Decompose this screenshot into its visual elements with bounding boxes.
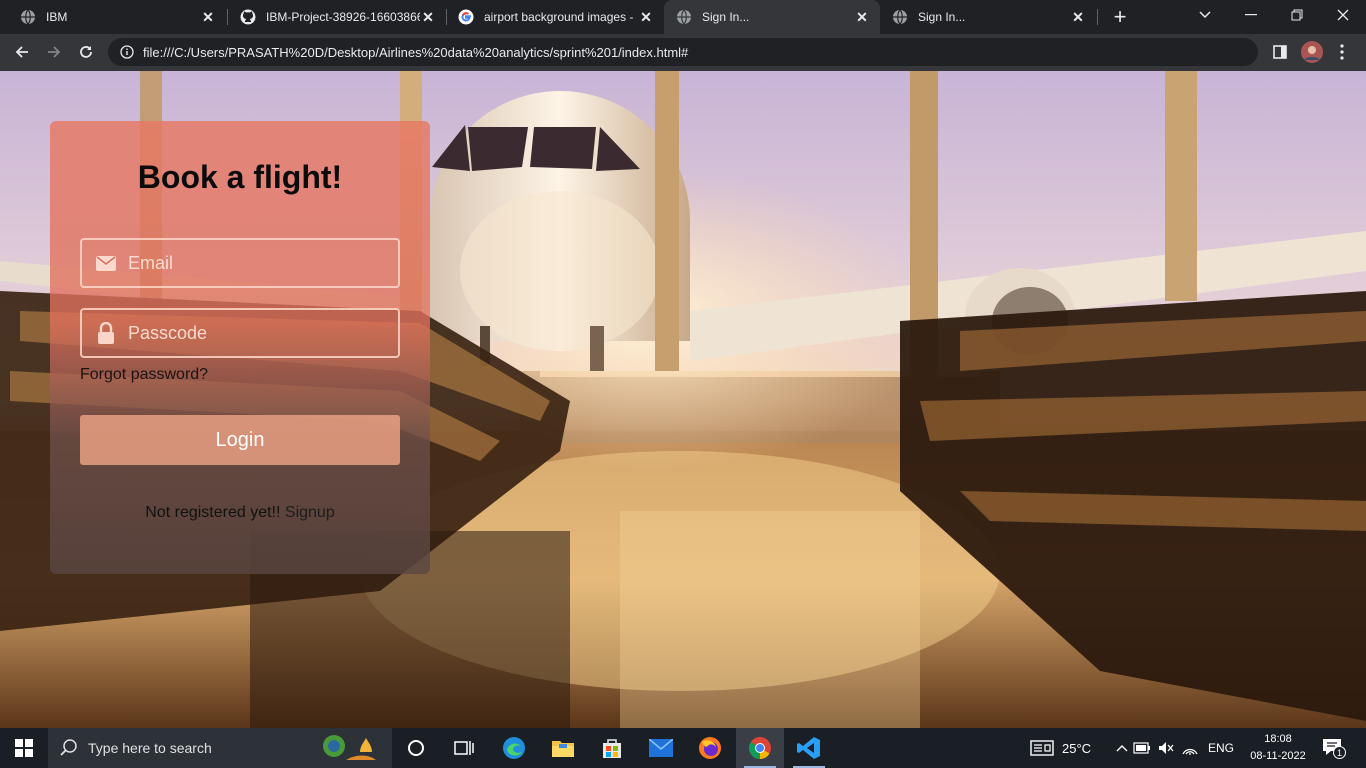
email-input[interactable] — [128, 252, 388, 274]
language-indicator[interactable]: ENG — [1208, 741, 1234, 755]
tab-title: IBM — [46, 10, 68, 24]
profile-avatar[interactable] — [1300, 40, 1324, 64]
not-registered-text: Not registered yet!! — [145, 504, 281, 521]
signup-link[interactable]: Signup — [285, 504, 335, 521]
cortana-button[interactable] — [392, 728, 440, 768]
close-icon[interactable]: ✕ — [854, 9, 870, 25]
page-title: Book a flight! — [137, 159, 343, 195]
back-button[interactable] — [8, 38, 36, 66]
globe-icon — [676, 9, 692, 25]
side-panel-icon — [1273, 45, 1287, 59]
reload-button[interactable] — [72, 38, 100, 66]
close-icon[interactable]: ✕ — [200, 9, 216, 25]
tab-sign-in-active[interactable]: Sign In... ✕ — [664, 0, 880, 34]
tab-google-images[interactable]: airport background images - ✕ — [446, 0, 664, 34]
kebab-menu-icon — [1340, 44, 1344, 60]
clock-date: 08-11-2022 — [1250, 750, 1306, 762]
edge-icon — [503, 737, 525, 759]
notification-icon: 1 — [1322, 738, 1346, 759]
taskbar-search[interactable]: Type here to search — [48, 728, 392, 768]
notification-center-button[interactable]: 1 — [1322, 728, 1346, 768]
chevron-up-icon[interactable] — [1114, 744, 1130, 752]
start-button[interactable] — [0, 728, 48, 768]
google-icon — [458, 9, 474, 25]
vscode-button[interactable] — [785, 728, 833, 768]
address-bar[interactable]: file:///C:/Users/PRASATH%20D/Desktop/Air… — [108, 38, 1258, 66]
firefox-icon — [699, 737, 721, 759]
github-icon — [240, 9, 256, 25]
tab-title: IBM-Project-38926-16603866 — [266, 10, 420, 24]
close-icon[interactable]: ✕ — [1070, 9, 1086, 25]
arrow-left-icon — [15, 46, 28, 58]
tab-sign-in[interactable]: Sign In... ✕ — [880, 0, 1096, 34]
page-viewport: Book a flight! Forgot password? Login No… — [0, 71, 1366, 728]
cortana-icon — [408, 740, 424, 756]
clock-time: 18:08 — [1264, 733, 1292, 745]
store-button[interactable] — [588, 728, 636, 768]
tab-github[interactable]: IBM-Project-38926-16603866 ✕ — [228, 0, 446, 34]
wifi-icon[interactable] — [1178, 741, 1202, 755]
system-tray: ENG — [1114, 728, 1234, 768]
forgot-password-link[interactable]: Forgot password? — [80, 366, 208, 384]
mail-button[interactable] — [637, 728, 685, 768]
new-tab-button[interactable]: + — [1108, 4, 1132, 29]
envelope-icon — [96, 253, 116, 273]
vscode-icon — [797, 737, 820, 759]
notification-count: 1 — [1333, 746, 1346, 759]
reload-icon — [80, 46, 92, 58]
search-highlight-icon — [316, 730, 386, 768]
avatar-icon — [1301, 41, 1323, 63]
info-icon — [120, 45, 134, 59]
clock[interactable]: 18:08 08-11-2022 — [1244, 731, 1312, 765]
tab-search-button[interactable] — [1182, 0, 1228, 30]
tab-title: Sign In... — [918, 10, 966, 24]
chrome-icon — [749, 737, 771, 759]
lock-icon — [96, 322, 116, 344]
restore-button[interactable] — [1274, 0, 1320, 30]
search-icon — [60, 739, 77, 756]
forward-button[interactable] — [40, 38, 68, 66]
email-field-wrapper — [80, 238, 400, 288]
firefox-button[interactable] — [686, 728, 734, 768]
store-icon — [603, 739, 621, 758]
task-view-button[interactable] — [440, 728, 488, 768]
login-card: Book a flight! Forgot password? Login No… — [50, 121, 430, 574]
close-icon[interactable]: ✕ — [420, 9, 436, 25]
edge-button[interactable] — [490, 728, 538, 768]
url-text: file:///C:/Users/PRASATH%20D/Desktop/Air… — [143, 44, 689, 60]
tab-separator — [1097, 9, 1098, 25]
chrome-button[interactable] — [736, 728, 784, 768]
side-panel-button[interactable] — [1268, 40, 1292, 64]
folder-icon — [552, 741, 574, 757]
passcode-input[interactable] — [128, 322, 388, 344]
close-icon[interactable]: ✕ — [638, 9, 654, 25]
tab-title: airport background images - — [484, 10, 634, 24]
browser-menu-button[interactable] — [1330, 40, 1354, 64]
globe-icon — [892, 9, 908, 25]
windows-logo-icon — [15, 739, 33, 757]
arrow-right-icon — [48, 46, 61, 58]
mail-icon — [649, 739, 673, 757]
file-explorer-button[interactable] — [539, 728, 587, 768]
globe-icon — [20, 9, 36, 25]
weather-temp: 25°C — [1062, 740, 1092, 756]
tab-strip: IBM ✕ IBM-Project-38926-16603866 ✕ airpo… — [0, 0, 1366, 34]
close-window-button[interactable] — [1320, 0, 1366, 30]
browser-toolbar: file:///C:/Users/PRASATH%20D/Desktop/Air… — [0, 34, 1366, 71]
signup-prompt: Not registered yet!! Signup — [50, 504, 430, 522]
tab-title: Sign In... — [702, 10, 750, 24]
news-icon — [1030, 740, 1054, 756]
battery-icon[interactable] — [1130, 742, 1154, 754]
task-view-icon — [454, 741, 474, 755]
taskbar: Type here to search 25°C ENG 18:08 08-11… — [0, 728, 1366, 768]
passcode-field-wrapper — [80, 308, 400, 358]
search-placeholder: Type here to search — [88, 740, 212, 756]
volume-muted-icon[interactable] — [1154, 741, 1178, 755]
minimize-button[interactable] — [1228, 0, 1274, 30]
tab-ibm[interactable]: IBM ✕ — [8, 0, 226, 34]
weather-widget[interactable]: 25°C — [1030, 728, 1091, 768]
login-button[interactable]: Login — [80, 415, 400, 465]
